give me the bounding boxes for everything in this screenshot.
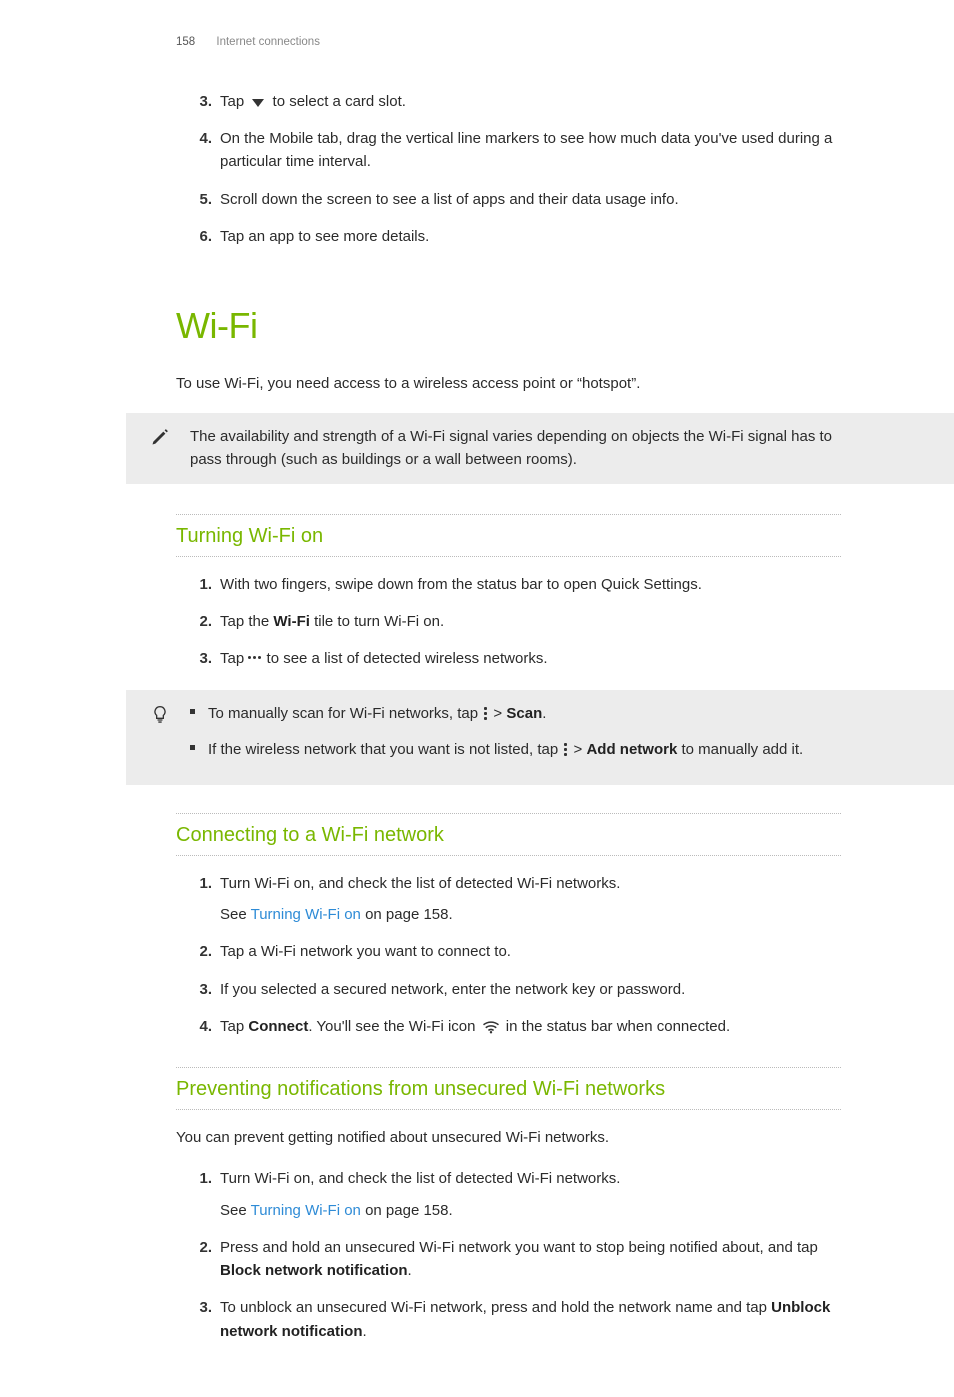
step-text: If you selected a secured network, enter…	[220, 981, 685, 998]
prevent-intro: You can prevent getting notified about u…	[176, 1126, 841, 1149]
wifi-icon	[482, 1018, 500, 1041]
lightbulb-icon	[150, 704, 172, 726]
see-pre: See	[220, 1202, 251, 1219]
step-subtext: See Turning Wi-Fi on on page 158.	[220, 903, 841, 926]
wifi-intro: To use Wi-Fi, you need access to a wirel…	[176, 372, 841, 395]
step-text-post: tile to turn Wi-Fi on.	[310, 613, 444, 630]
list-item: 1. Turn Wi-Fi on, and check the list of …	[220, 872, 841, 941]
step-subtext: See Turning Wi-Fi on on page 158.	[220, 1199, 841, 1222]
heading-wifi: Wi-Fi	[176, 298, 841, 354]
heading-connecting: Connecting to a Wi-Fi network	[176, 813, 841, 851]
dropdown-icon	[252, 99, 264, 107]
list-item: 3. Tap to select a card slot.	[220, 90, 841, 127]
page: 158 Internet connections 3. Tap to selec…	[0, 0, 954, 1397]
tip-text-post: .	[542, 705, 546, 722]
step-text-pre: Tap the	[220, 613, 273, 630]
step-number: 1.	[190, 1167, 212, 1190]
tip-callout: To manually scan for Wi-Fi networks, tap…	[126, 690, 954, 785]
tip-text-mid: >	[489, 705, 506, 722]
step-number: 6.	[190, 225, 212, 248]
step-text-pre: Press and hold an unsecured Wi-Fi networ…	[220, 1239, 818, 1256]
see-post: on page 158.	[361, 906, 453, 923]
tip-text-mid: >	[569, 741, 586, 758]
step-text: With two fingers, swipe down from the st…	[220, 576, 702, 593]
step-text-post: to select a card slot.	[273, 93, 406, 110]
list-item: 2. Press and hold an unsecured Wi-Fi net…	[220, 1236, 841, 1297]
step-number: 3.	[190, 978, 212, 1001]
step-text: On the Mobile tab, drag the vertical lin…	[220, 130, 832, 170]
link-turning-wifi-on[interactable]: Turning Wi-Fi on	[251, 1202, 361, 1219]
step-text-post: .	[363, 1323, 367, 1340]
step-text-post: in the status bar when connected.	[502, 1018, 730, 1035]
list-item: 3. To unblock an unsecured Wi-Fi network…	[220, 1296, 841, 1357]
step-text-pre: Tap	[220, 93, 248, 110]
step-number: 5.	[190, 188, 212, 211]
see-pre: See	[220, 906, 251, 923]
list-item: 6. Tap an app to see more details.	[220, 225, 841, 262]
data-usage-steps: 3. Tap to select a card slot. 4. On the …	[176, 90, 841, 262]
step-number: 2.	[190, 1236, 212, 1259]
bold-text: Add network	[586, 741, 677, 758]
divider	[176, 855, 841, 856]
step-number: 3.	[190, 647, 212, 670]
pencil-icon	[150, 427, 172, 447]
list-item: 2. Tap the Wi-Fi tile to turn Wi-Fi on.	[220, 610, 841, 647]
see-post: on page 158.	[361, 1202, 453, 1219]
step-text: Scroll down the screen to see a list of …	[220, 191, 679, 208]
step-text-post: to see a list of detected wireless netwo…	[262, 650, 547, 667]
section-name: Internet connections	[216, 36, 320, 48]
list-item: If the wireless network that you want is…	[190, 738, 841, 773]
more-vertical-icon	[564, 743, 567, 756]
tip-text-pre: To manually scan for Wi-Fi networks, tap	[208, 705, 482, 722]
bold-text: Connect	[248, 1018, 308, 1035]
more-horizontal-icon	[248, 653, 262, 663]
list-item: 4. On the Mobile tab, drag the vertical …	[220, 127, 841, 188]
connect-steps: 1. Turn Wi-Fi on, and check the list of …	[176, 872, 841, 1055]
step-text-pre: Tap	[220, 1018, 248, 1035]
step-text-pre: To unblock an unsecured Wi-Fi network, p…	[220, 1299, 771, 1316]
divider	[176, 556, 841, 557]
step-text-mid: . You'll see the Wi-Fi icon	[308, 1018, 479, 1035]
step-number: 3.	[190, 90, 212, 113]
step-number: 2.	[190, 610, 212, 633]
step-number: 4.	[190, 127, 212, 150]
heading-preventing: Preventing notifications from unsecured …	[176, 1067, 841, 1105]
turn-on-steps: 1. With two fingers, swipe down from the…	[176, 573, 841, 685]
link-turning-wifi-on[interactable]: Turning Wi-Fi on	[251, 906, 361, 923]
list-item: 4. Tap Connect. You'll see the Wi-Fi ico…	[220, 1015, 841, 1055]
bold-text: Scan	[506, 705, 542, 722]
list-item: 2. Tap a Wi-Fi network you want to conne…	[220, 940, 841, 977]
step-text: Turn Wi-Fi on, and check the list of det…	[220, 1170, 620, 1187]
step-number: 1.	[190, 573, 212, 596]
list-item: 3. Tap to see a list of detected wireles…	[220, 647, 841, 684]
more-vertical-icon	[484, 707, 487, 720]
list-item: 3. If you selected a secured network, en…	[220, 978, 841, 1015]
step-text: Turn Wi-Fi on, and check the list of det…	[220, 875, 620, 892]
step-number: 1.	[190, 872, 212, 895]
step-text-post: .	[408, 1262, 412, 1279]
note-text: The availability and strength of a Wi-Fi…	[190, 428, 832, 468]
running-header: 158 Internet connections	[176, 34, 841, 52]
list-item: 5. Scroll down the screen to see a list …	[220, 188, 841, 225]
step-number: 4.	[190, 1015, 212, 1038]
step-text: Tap an app to see more details.	[220, 228, 429, 245]
list-item: To manually scan for Wi-Fi networks, tap…	[190, 702, 841, 737]
tips-list: To manually scan for Wi-Fi networks, tap…	[190, 702, 841, 773]
step-text-pre: Tap	[220, 650, 248, 667]
page-number: 158	[176, 36, 195, 48]
step-number: 3.	[190, 1296, 212, 1319]
list-item: 1. Turn Wi-Fi on, and check the list of …	[220, 1167, 841, 1236]
step-text: Tap a Wi-Fi network you want to connect …	[220, 943, 511, 960]
bold-text: Block network notification	[220, 1262, 408, 1279]
divider	[176, 1109, 841, 1110]
prevent-steps: 1. Turn Wi-Fi on, and check the list of …	[176, 1167, 841, 1357]
step-number: 2.	[190, 940, 212, 963]
tip-text-post: to manually add it.	[677, 741, 803, 758]
list-item: 1. With two fingers, swipe down from the…	[220, 573, 841, 610]
bold-text: Wi-Fi	[273, 613, 310, 630]
note-callout: The availability and strength of a Wi-Fi…	[126, 413, 954, 484]
heading-turning-on: Turning Wi-Fi on	[176, 514, 841, 552]
tip-text-pre: If the wireless network that you want is…	[208, 741, 562, 758]
